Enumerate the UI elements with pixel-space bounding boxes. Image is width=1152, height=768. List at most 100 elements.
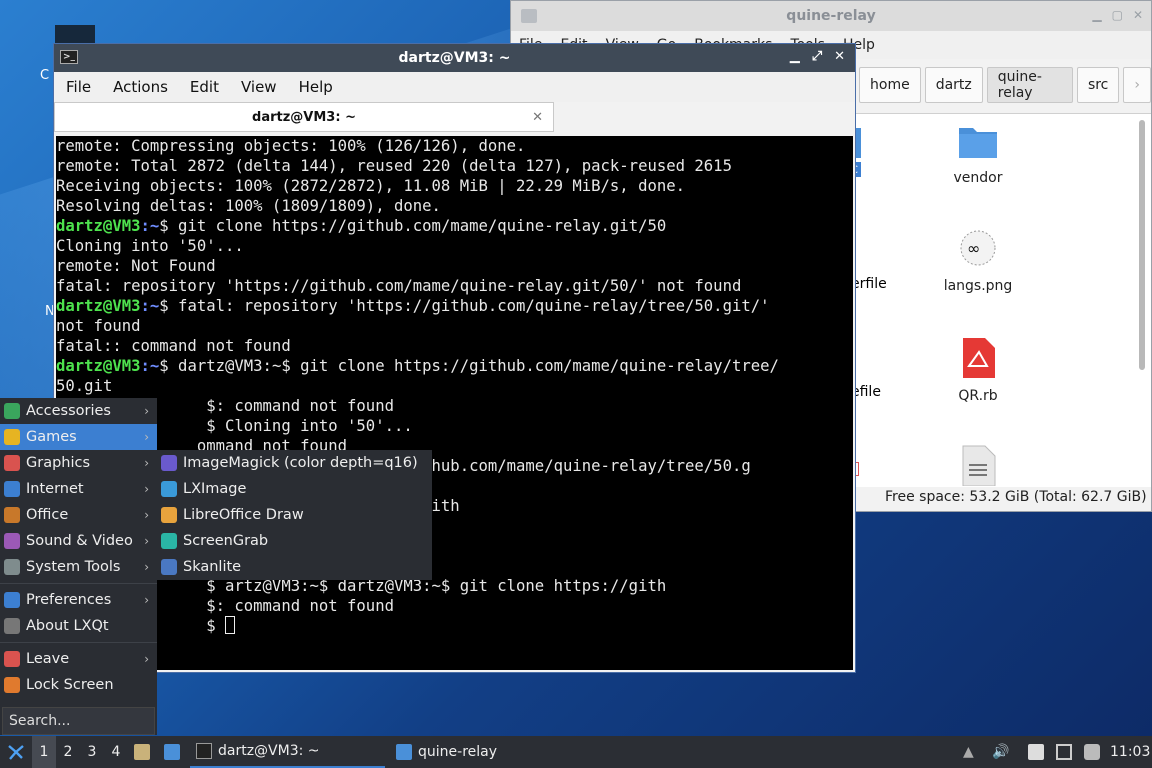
menu-item-label: LXImage xyxy=(183,481,247,497)
file-item-qr-rb[interactable]: QR.rb xyxy=(923,336,1033,404)
workspace-3[interactable]: 3 xyxy=(80,736,104,768)
terminal-line: Cloning into '50'... xyxy=(56,237,244,255)
menu-item-office[interactable]: Office › xyxy=(0,502,157,528)
desktop-icon xyxy=(164,744,180,760)
menu-edit[interactable]: Edit xyxy=(190,78,219,96)
volume-button[interactable]: 🔊 xyxy=(992,736,1009,768)
files-launcher[interactable] xyxy=(134,736,150,768)
terminal-line: $ xyxy=(56,616,853,636)
task-file-manager[interactable]: quine-relay xyxy=(390,736,570,768)
start-menu-button[interactable] xyxy=(4,736,28,768)
chevron-right-icon: › xyxy=(144,456,149,470)
prompt-user: dartz@VM3 xyxy=(56,297,141,315)
menu-item-games[interactable]: Games › xyxy=(0,424,157,450)
file-name: langs.png xyxy=(943,278,1013,294)
tray-up-arrow[interactable]: ▲ xyxy=(963,736,974,768)
sublximage-icon xyxy=(161,481,177,497)
menu-item-lock-screen[interactable]: Lock Screen xyxy=(0,672,157,698)
svg-text:∞: ∞ xyxy=(967,239,980,258)
chevron-right-icon: › xyxy=(144,482,149,496)
menu-item-label: Skanlite xyxy=(183,559,242,575)
clipboard-button[interactable] xyxy=(1028,736,1044,768)
menu-item-accessories[interactable]: Accessories › xyxy=(0,398,157,424)
show-desktop-launcher[interactable] xyxy=(164,736,180,768)
terminal-titlebar[interactable]: >_ dartz@VM3: ~ ▁ ⤢ ✕ xyxy=(54,44,855,72)
crumb-quine-relay[interactable]: quine-relay xyxy=(986,67,1073,103)
crumb-home[interactable]: home xyxy=(859,67,921,103)
menu-help[interactable]: Help xyxy=(299,78,333,96)
close-button[interactable]: ✕ xyxy=(1133,8,1143,22)
file-manager-icon xyxy=(134,744,150,760)
network-button[interactable] xyxy=(1056,736,1072,768)
terminal-line: Resolving deltas: 100% (1809/1809), done… xyxy=(56,197,441,215)
crumb-dartz[interactable]: dartz xyxy=(924,67,983,103)
task-terminal[interactable]: dartz@VM3: ~ xyxy=(190,736,385,768)
command-text: $ dartz@VM3:~$ git clone https://github.… xyxy=(159,357,779,375)
menu-item-about-lxqt[interactable]: About LXQt xyxy=(0,613,157,639)
close-tab-icon[interactable]: ✕ xyxy=(532,110,543,125)
menu-item-label: Games xyxy=(26,429,77,445)
crumb-src[interactable]: src xyxy=(1076,67,1120,103)
tab-terminal[interactable]: dartz@VM3: ~ ✕ xyxy=(54,102,554,132)
chevron-right-icon: › xyxy=(144,404,149,418)
maximize-button[interactable]: ▢ xyxy=(1112,8,1123,22)
updates-button[interactable] xyxy=(1084,736,1100,768)
preferences-icon xyxy=(4,592,20,608)
games-submenu: ImageMagick (color depth=q16) LXImage Libr… xyxy=(157,450,432,580)
menu-item-system-tools[interactable]: System Tools › xyxy=(0,554,157,580)
chevron-right-icon: › xyxy=(144,593,149,607)
submenu-item-lximage[interactable]: LXImage xyxy=(157,476,432,502)
workspace-2[interactable]: 2 xyxy=(56,736,80,768)
subimagemagick-color-depth-q16-icon xyxy=(161,455,177,471)
menu-item-sound-video[interactable]: Sound & Video › xyxy=(0,528,157,554)
taskbar: 1 2 3 4 dartz@VM3: ~ quine-relay ▲ 🔊 11:… xyxy=(0,736,1152,768)
eject-icon: ▲ xyxy=(963,744,974,760)
workspace-1[interactable]: 1 xyxy=(32,736,56,768)
terminal-line: dartz@VM3:~$ fatal: repository 'https://… xyxy=(56,296,853,316)
file-view: c erfile efile vendor ∞ langs.png QR.rb xyxy=(851,113,1151,487)
workspace-4[interactable]: 4 xyxy=(104,736,128,768)
minimize-button[interactable]: ▁ xyxy=(1092,8,1101,22)
terminal-line: $: command not found xyxy=(56,397,394,415)
menu-item-label: Internet xyxy=(26,481,84,497)
minimize-button[interactable]: ▁ xyxy=(790,49,800,64)
terminal-line: dartz@VM3:~$ dartz@VM3:~$ git clone http… xyxy=(56,356,853,376)
clipboard-icon xyxy=(1028,744,1044,760)
command-text: $ fatal: repository 'https://github.com/… xyxy=(159,297,770,315)
sound-video-icon xyxy=(4,533,20,549)
ruby-file-icon xyxy=(963,338,995,378)
terminal-line: dartz@VM3:~$ git clone https://github.co… xyxy=(56,216,853,236)
menu-item-graphics[interactable]: Graphics › xyxy=(0,450,157,476)
clock[interactable]: 11:03 xyxy=(1110,736,1150,768)
maximize-button[interactable]: ⤢ xyxy=(812,49,822,64)
prompt-user: dartz@VM3 xyxy=(56,217,141,235)
window-title: dartz@VM3: ~ xyxy=(398,50,511,66)
menu-search-input[interactable]: Search... xyxy=(2,707,155,735)
leave-icon xyxy=(4,651,20,667)
graphics-icon xyxy=(4,455,20,471)
file-manager-titlebar[interactable]: quine-relay ▁ ▢ ✕ xyxy=(511,1,1151,31)
terminal-output[interactable]: remote: Compressing objects: 100% (126/1… xyxy=(56,136,853,670)
menu-actions[interactable]: Actions xyxy=(113,78,168,96)
menu-item-leave[interactable]: Leave › xyxy=(0,646,157,672)
file-item-langs-png[interactable]: ∞ langs.png xyxy=(923,228,1033,294)
menu-file[interactable]: File xyxy=(66,78,91,96)
crumb-next-arrow[interactable]: › xyxy=(1123,67,1151,103)
submenu-item-screengrab[interactable]: ScreenGrab xyxy=(157,528,432,554)
menu-separator xyxy=(0,642,157,643)
scrollbar[interactable] xyxy=(1139,120,1145,370)
accessories-icon xyxy=(4,403,20,419)
window-title: quine-relay xyxy=(786,8,876,24)
menu-item-label: Graphics xyxy=(26,455,91,471)
menu-item-label: Lock Screen xyxy=(26,677,114,693)
submenu-item-libreoffice-draw[interactable]: LibreOffice Draw xyxy=(157,502,432,528)
menu-view[interactable]: View xyxy=(241,78,277,96)
terminal-icon xyxy=(196,743,212,759)
menu-item-preferences[interactable]: Preferences › xyxy=(0,587,157,613)
submenu-item-imagemagick-color-depth-q16[interactable]: ImageMagick (color depth=q16) xyxy=(157,450,432,476)
menu-item-internet[interactable]: Internet › xyxy=(0,476,157,502)
submenu-item-skanlite[interactable]: Skanlite xyxy=(157,554,432,580)
lxqt-logo-icon xyxy=(8,745,24,760)
file-item-vendor[interactable]: vendor xyxy=(923,120,1033,186)
close-button[interactable]: ✕ xyxy=(834,49,845,64)
